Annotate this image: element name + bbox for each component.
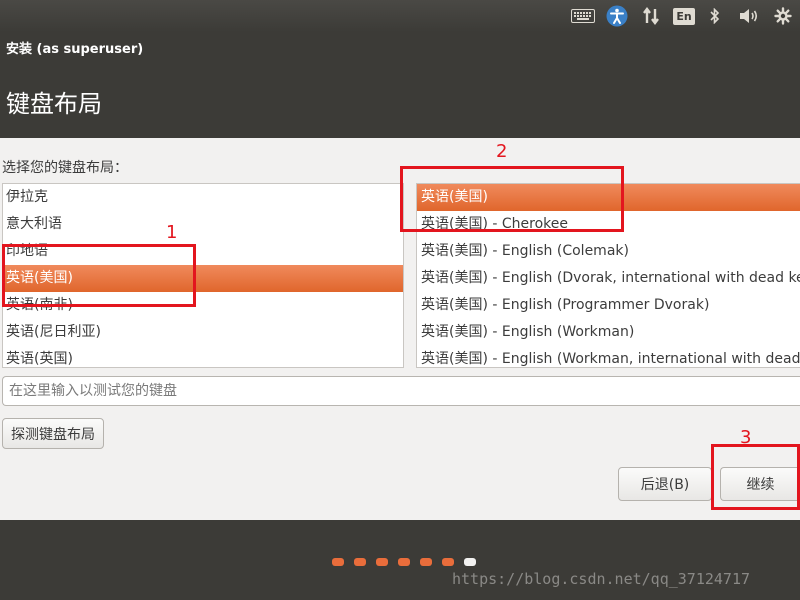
- language-list-item[interactable]: 伊拉克: [3, 184, 403, 211]
- progress-step: [442, 558, 454, 566]
- variant-list-item[interactable]: 英语(美国) - English (Programmer Dvorak): [417, 292, 800, 319]
- language-list-item[interactable]: 英语(英国): [3, 346, 403, 367]
- language-list-item[interactable]: 意大利语: [3, 211, 403, 238]
- page-title: 键盘布局: [6, 90, 102, 118]
- progress-step: [398, 558, 410, 566]
- annotation-number-1: 1: [166, 222, 178, 243]
- settings-gear-icon[interactable]: [772, 0, 794, 32]
- choose-layout-label: 选择您的键盘布局：: [2, 160, 128, 176]
- network-icon[interactable]: [640, 0, 662, 32]
- watermark: https://blog.csdn.net/qq_37124717: [452, 570, 751, 588]
- keyboard-test-input[interactable]: [2, 376, 800, 406]
- keyboard-layout-indicator[interactable]: En: [673, 0, 695, 32]
- language-list-item[interactable]: 英语(尼日利亚): [3, 319, 403, 346]
- keyboard-icon[interactable]: [570, 0, 596, 32]
- annotation-box-3: [711, 444, 800, 510]
- progress-step-current: [464, 558, 476, 566]
- variant-list-item[interactable]: 英语(美国) - English (Colemak): [417, 238, 800, 265]
- annotation-box-2: [400, 166, 624, 232]
- page-header: 键盘布局: [0, 60, 800, 138]
- bluetooth-icon[interactable]: [705, 0, 725, 32]
- top-panel: En: [0, 0, 800, 32]
- annotation-box-1: [2, 244, 196, 307]
- variant-list-item[interactable]: 英语(美国) - English (Dvorak, international …: [417, 265, 800, 292]
- back-button[interactable]: 后退(B): [618, 467, 712, 501]
- progress-step: [354, 558, 366, 566]
- install-progress: [332, 558, 476, 566]
- annotation-number-2: 2: [496, 141, 508, 162]
- accessibility-icon[interactable]: [605, 0, 629, 32]
- progress-step: [420, 558, 432, 566]
- detect-layout-button[interactable]: 探测键盘布局: [2, 418, 104, 449]
- window-title: 安装 (as superuser): [6, 42, 144, 57]
- variant-list-item[interactable]: 英语(美国) - English (Workman): [417, 319, 800, 346]
- progress-step: [376, 558, 388, 566]
- progress-step: [332, 558, 344, 566]
- variant-list-item[interactable]: 英语(美国) - English (Workman, international…: [417, 346, 800, 367]
- volume-icon[interactable]: [736, 0, 764, 32]
- title-bar: 安装 (as superuser): [0, 32, 800, 60]
